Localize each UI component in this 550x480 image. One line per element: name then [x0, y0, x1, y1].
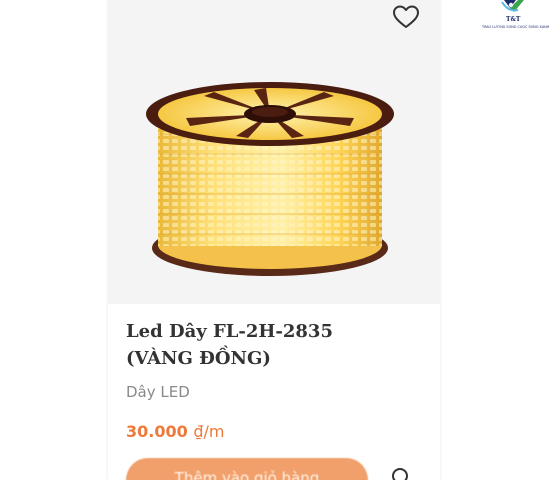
price-value: 30.000 — [126, 422, 188, 441]
product-info: Led Dây FL-2H-2835 (VÀNG ĐỒNG) Dây LED 3… — [108, 304, 440, 480]
product-card[interactable]: Led Dây FL-2H-2835 (VÀNG ĐỒNG) Dây LED 3… — [108, 0, 440, 480]
brand-name: T&T — [506, 16, 521, 23]
add-to-cart-button[interactable]: Thêm vào giỏ hàng — [126, 458, 368, 480]
page-gutter — [0, 0, 108, 480]
heart-outline-icon[interactable] — [392, 4, 420, 30]
search-icon[interactable] — [389, 466, 413, 480]
page: Led Dây FL-2H-2835 (VÀNG ĐỒNG) Dây LED 3… — [0, 0, 550, 480]
product-image[interactable] — [144, 82, 404, 292]
product-image-area[interactable] — [108, 0, 440, 304]
product-category[interactable]: Dây LED — [126, 383, 190, 401]
product-name[interactable]: Led Dây FL-2H-2835 (VÀNG ĐỒNG) — [126, 318, 406, 372]
brand-tagline: TRAO LƯƠNG SỐNG CUỘC SỐNG XANH — [482, 25, 550, 29]
product-price: 30.000 ₫/m — [126, 422, 224, 441]
price-unit: ₫/m — [193, 422, 225, 441]
